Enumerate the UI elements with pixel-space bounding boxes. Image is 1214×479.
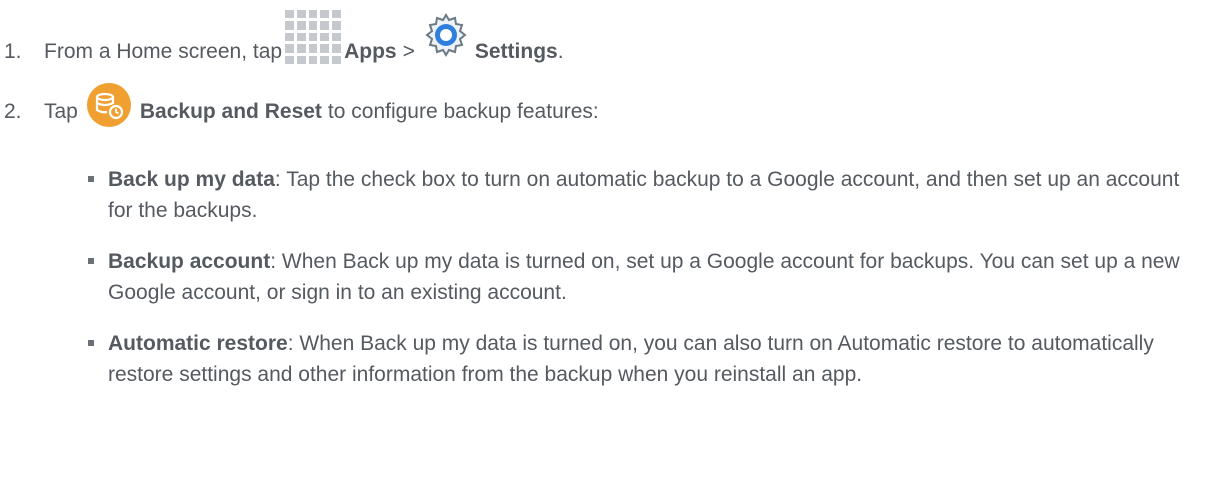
apps-label: Apps xyxy=(344,40,397,63)
backup-features-list: Back up my data: Tap the check box to tu… xyxy=(88,164,1198,410)
settings-gear-icon xyxy=(423,12,469,58)
step-2: 2. Tap Backup and Reset to configure bac… xyxy=(0,82,599,127)
list-item-backup-account: Backup account: When Back up my data is … xyxy=(88,246,1198,308)
bullet-term: Automatic restore xyxy=(108,332,288,355)
list-item-automatic-restore: Automatic restore: When Back up my data … xyxy=(88,328,1198,390)
step-1-separator: > xyxy=(402,40,415,63)
step-1-number: 1. xyxy=(4,40,22,63)
step-1-prefix: From a Home screen, tap xyxy=(44,40,283,63)
apps-grid-icon xyxy=(285,10,342,64)
bullet-term: Backup account xyxy=(108,250,271,273)
settings-label: Settings xyxy=(474,40,558,63)
step-2-suffix: to configure backup features: xyxy=(327,100,599,123)
step-1-suffix: . xyxy=(557,40,564,63)
step-2-number: 2. xyxy=(4,100,22,123)
backup-reset-label: Backup and Reset xyxy=(139,100,322,123)
step-1: 1. From a Home screen, tap Apps > Settin… xyxy=(0,10,564,64)
step-2-prefix: Tap xyxy=(44,100,78,123)
bullet-term: Back up my data xyxy=(108,168,275,191)
list-item-back-up-my-data: Back up my data: Tap the check box to tu… xyxy=(88,164,1198,226)
backup-reset-icon xyxy=(86,82,132,128)
